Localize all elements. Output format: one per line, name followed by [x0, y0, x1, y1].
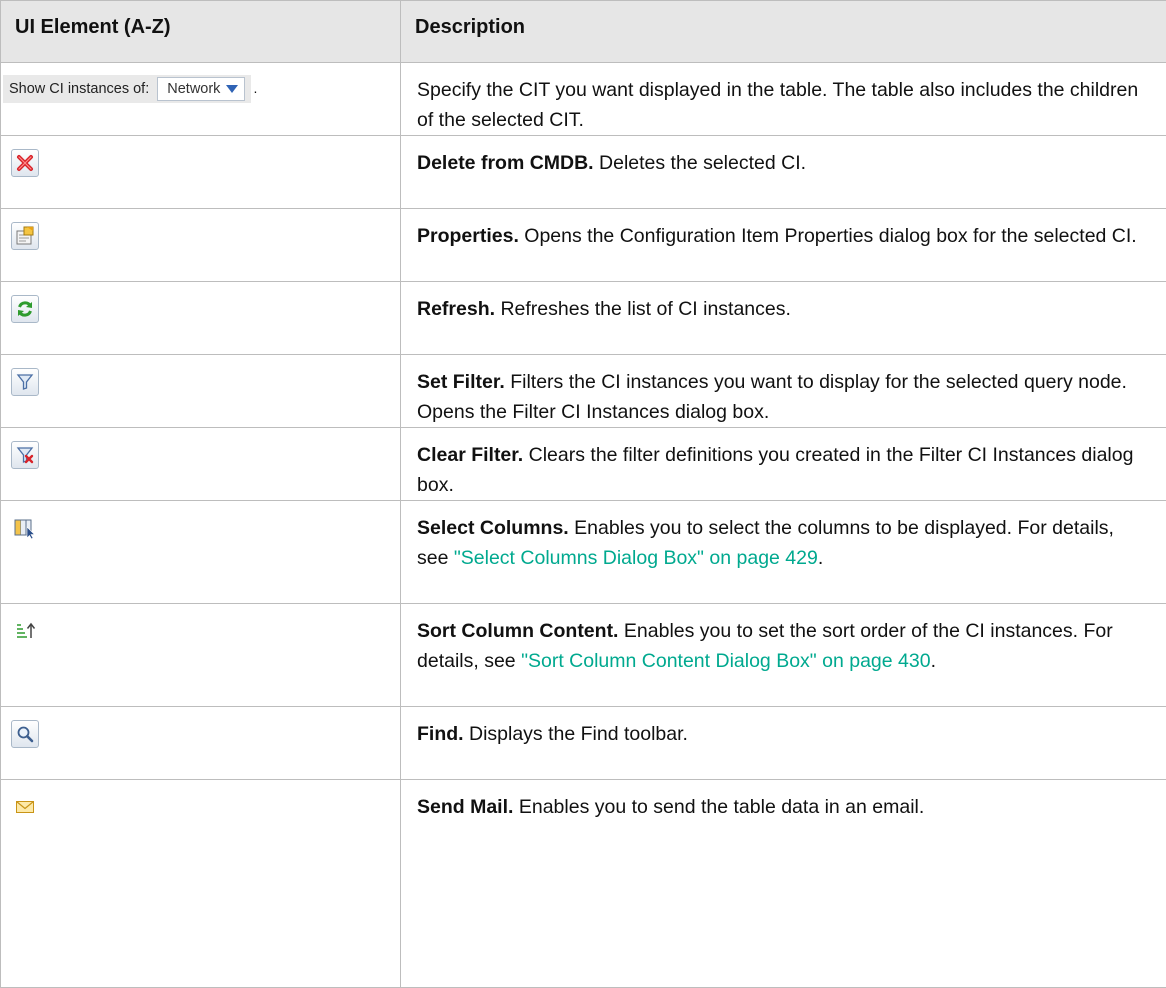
- header-ui-element: UI Element (A-Z): [0, 0, 401, 63]
- row-text: Clears the filter definitions you create…: [417, 444, 1134, 496]
- refresh-icon: [11, 295, 39, 323]
- row-text-end: .: [817, 547, 824, 569]
- chevron-down-icon[interactable]: [223, 80, 241, 98]
- header-description: Description: [400, 0, 1166, 63]
- clear-filter-icon: [11, 441, 39, 469]
- element-cell: [0, 281, 401, 355]
- row-title: Select Columns.: [417, 517, 569, 539]
- table-row: Sort Column Content. Enables you to set …: [0, 603, 1166, 707]
- element-cell: [0, 208, 401, 282]
- row-title: Set Filter.: [417, 371, 505, 393]
- sort-icon: [11, 617, 39, 645]
- table-row: Select Columns. Enables you to select th…: [0, 500, 1166, 604]
- element-cell: [0, 779, 401, 988]
- description-cell: Specify the CIT you want displayed in th…: [400, 62, 1166, 136]
- element-cell: [0, 427, 401, 501]
- properties-icon: [11, 222, 39, 250]
- description-cell: Find. Displays the Find toolbar.: [400, 706, 1166, 780]
- delete-x-icon: [11, 149, 39, 177]
- description-cell: Sort Column Content. Enables you to set …: [400, 603, 1166, 707]
- row-text: Opens the Configuration Item Properties …: [518, 225, 1137, 247]
- row-text: Filters the CI instances you want to dis…: [417, 371, 1127, 423]
- row-title: Sort Column Content.: [417, 620, 619, 642]
- element-cell: [0, 603, 401, 707]
- cit-select-value: Network: [167, 81, 221, 97]
- cit-select[interactable]: Network: [157, 77, 246, 101]
- description-cell: Delete from CMDB. Deletes the selected C…: [400, 135, 1166, 209]
- ui-elements-table: UI Element (A-Z) Description Show CI ins…: [0, 0, 1166, 988]
- element-cell: [0, 135, 401, 209]
- description-cell: Select Columns. Enables you to select th…: [400, 500, 1166, 604]
- table-row: Properties. Opens the Configuration Item…: [0, 208, 1166, 282]
- find-icon: [11, 720, 39, 748]
- description-cell: Properties. Opens the Configuration Item…: [400, 208, 1166, 282]
- trailing-period: .: [253, 80, 258, 96]
- row-title: Properties.: [417, 225, 519, 247]
- row-text-end: .: [930, 650, 936, 672]
- row-title: Refresh.: [417, 298, 496, 320]
- row-title: Find.: [417, 723, 464, 745]
- mail-icon: [11, 793, 39, 821]
- select-columns-link[interactable]: "Select Columns Dialog Box" on page 429: [454, 547, 818, 569]
- element-cell: [0, 500, 401, 604]
- table-row: Set Filter. Filters the CI instances you…: [0, 354, 1166, 428]
- table-row: Find. Displays the Find toolbar.: [0, 706, 1166, 780]
- element-cell: [0, 354, 401, 428]
- table-row: Refresh. Refreshes the list of CI instan…: [0, 281, 1166, 355]
- table-row: Clear Filter. Clears the filter definiti…: [0, 427, 1166, 501]
- table-row: Show CI instances of: Network . Specify …: [0, 62, 1166, 136]
- header-row: UI Element (A-Z) Description: [0, 0, 1166, 63]
- description-cell: Clear Filter. Clears the filter definiti…: [400, 427, 1166, 501]
- row-text: Refreshes the list of CI instances.: [495, 298, 791, 320]
- row-title: Delete from CMDB.: [417, 152, 594, 174]
- show-ci-instances-label: Show CI instances of:: [9, 81, 150, 97]
- description-cell: Send Mail. Enables you to send the table…: [400, 779, 1166, 988]
- table-row: Send Mail. Enables you to send the table…: [0, 779, 1166, 988]
- description-cell: Refresh. Refreshes the list of CI instan…: [400, 281, 1166, 355]
- filter-icon: [11, 368, 39, 396]
- row-title: Send Mail.: [417, 796, 514, 818]
- table-row: Delete from CMDB. Deletes the selected C…: [0, 135, 1166, 209]
- show-ci-instances-control: Show CI instances of: Network: [3, 75, 252, 103]
- select-columns-icon: [11, 514, 39, 542]
- row-text: Deletes the selected CI.: [593, 152, 807, 174]
- row-text: Enables you to send the table data in an…: [513, 796, 925, 818]
- element-cell: Show CI instances of: Network .: [0, 62, 401, 136]
- description-cell: Set Filter. Filters the CI instances you…: [400, 354, 1166, 428]
- row-text: Displays the Find toolbar.: [463, 723, 688, 745]
- row-title: Clear Filter.: [417, 444, 524, 466]
- element-cell: [0, 706, 401, 780]
- sort-column-content-link[interactable]: "Sort Column Content Dialog Box" on page…: [521, 650, 931, 672]
